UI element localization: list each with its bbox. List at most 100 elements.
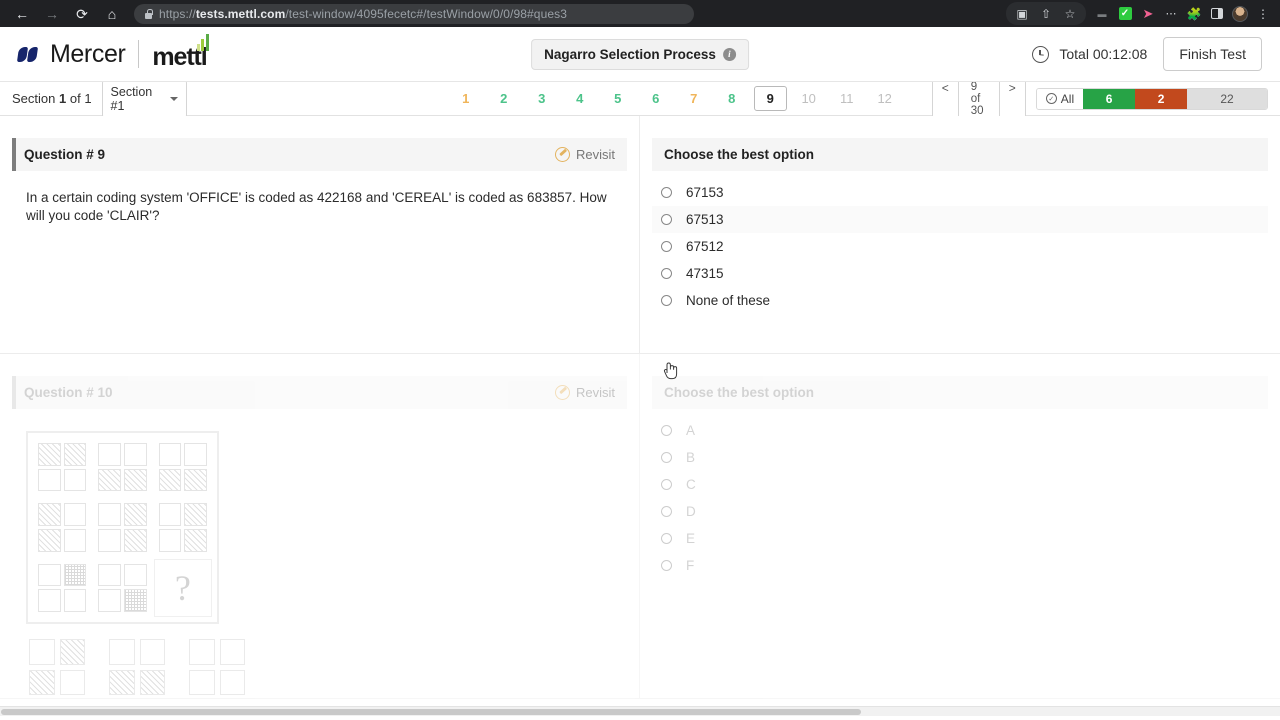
timer-label: Total 00:12:08 <box>1059 46 1148 62</box>
mercer-wordmark: Mercer <box>50 39 126 68</box>
revisit-label: Revisit <box>575 385 615 400</box>
question-number-12[interactable]: 12 <box>866 91 904 106</box>
answer-figure-a[interactable] <box>26 636 88 698</box>
back-arrow-icon[interactable]: ← <box>8 3 36 25</box>
pink-arrow-extension-icon[interactable]: ➤ <box>1137 3 1159 24</box>
question-number-4[interactable]: 4 <box>561 91 599 106</box>
small-badge-icon[interactable]: ▬ <box>1091 3 1113 24</box>
question-9-prompt-pane: Question # 9 Revisit In a certain coding… <box>0 116 640 353</box>
puzzle-extensions-icon[interactable]: 🧩 <box>1183 3 1205 24</box>
question-10-options-header: Choose the best option <box>652 376 1268 409</box>
question-9-options-header: Choose the best option <box>652 138 1268 171</box>
radio-button-2[interactable] <box>661 214 672 225</box>
option-row-e[interactable]: E <box>652 525 1268 552</box>
option-row-4[interactable]: 47315 <box>652 260 1268 287</box>
share-icon[interactable]: ⇧ <box>1035 3 1057 24</box>
option-row-2[interactable]: 67513 <box>652 206 1268 233</box>
option-row-3[interactable]: 67512 <box>652 233 1268 260</box>
mettl-bars-icon <box>196 33 209 51</box>
option-row-b[interactable]: B <box>652 444 1268 471</box>
video-camera-icon[interactable]: ▣ <box>1011 3 1033 24</box>
question-number-list: 1 2 3 4 5 6 7 8 9 10 11 12 <box>447 86 904 111</box>
question-9-options-pane: Choose the best option 67153 67513 67512… <box>640 116 1280 353</box>
question-number-9[interactable]: 9 <box>753 86 787 111</box>
bookmark-star-icon[interactable]: ☆ <box>1059 3 1081 24</box>
url-text: https://tests.mettl.com/test-window/4095… <box>159 6 567 21</box>
question-number-6[interactable]: 6 <box>637 91 675 106</box>
matrix-puzzle-grid: ? <box>26 431 219 624</box>
option-row-c[interactable]: C <box>652 471 1268 498</box>
question-number-2[interactable]: 2 <box>485 91 523 106</box>
option-row-a[interactable]: A <box>652 417 1268 444</box>
radio-button-c[interactable] <box>661 479 672 490</box>
pager-next-button[interactable]: > <box>999 75 1025 122</box>
radio-button-5[interactable] <box>661 295 672 306</box>
test-name-badge[interactable]: Nagarro Selection Process i <box>531 38 749 70</box>
option-label-2: 67513 <box>686 212 724 227</box>
matrix-cell-1-2 <box>93 438 151 496</box>
status-all-label: All <box>1060 91 1075 106</box>
question-number-3[interactable]: 3 <box>523 91 561 106</box>
option-label-a: A <box>686 423 696 438</box>
section-select[interactable]: Section #1 <box>101 79 187 118</box>
question-9-revisit-button[interactable]: Revisit <box>554 147 615 162</box>
pager-prev-button[interactable]: < <box>932 75 958 122</box>
question-number-10[interactable]: 10 <box>790 91 828 106</box>
option-label-e: E <box>686 531 696 546</box>
radio-button-b[interactable] <box>661 452 672 463</box>
answer-figure-b[interactable] <box>106 636 168 698</box>
answer-figure-c[interactable] <box>186 636 248 698</box>
question-number-5[interactable]: 5 <box>599 91 637 106</box>
radio-button-3[interactable] <box>661 241 672 252</box>
green-check-extension-icon[interactable]: ✓ <box>1114 3 1136 24</box>
address-bar[interactable]: https://tests.mettl.com/test-window/4095… <box>134 3 694 24</box>
horizontal-scrollbar[interactable] <box>0 706 1280 716</box>
scrollbar-thumb[interactable] <box>1 709 861 715</box>
info-icon[interactable]: i <box>722 47 736 61</box>
dots-extension-icon[interactable]: ⋯ <box>1160 3 1182 24</box>
question-10-answer-figures <box>26 636 639 698</box>
status-answered-count[interactable]: 6 <box>1083 88 1136 109</box>
question-number-7[interactable]: 7 <box>675 91 713 106</box>
option-row-d[interactable]: D <box>652 498 1268 525</box>
radio-button-a[interactable] <box>661 425 672 436</box>
matrix-cell-2-1 <box>33 498 91 556</box>
radio-button-4[interactable] <box>661 268 672 279</box>
question-number-1[interactable]: 1 <box>447 91 485 106</box>
question-number-8[interactable]: 8 <box>713 91 751 106</box>
section-prefix: Section <box>12 91 56 106</box>
question-number-11[interactable]: 11 <box>828 91 866 106</box>
reload-icon[interactable]: ⟳ <box>68 3 96 25</box>
radio-button-d[interactable] <box>661 506 672 517</box>
section-suffix: of 1 <box>69 91 92 106</box>
option-row-1[interactable]: 67153 <box>652 179 1268 206</box>
option-row-5[interactable]: None of these <box>652 287 1268 314</box>
status-review-count[interactable]: 2 <box>1135 88 1188 109</box>
mettl-logo: mettl <box>152 33 209 72</box>
question-10-revisit-button[interactable]: Revisit <box>554 385 615 400</box>
question-scroll-area[interactable]: Question # 9 Revisit In a certain coding… <box>0 116 1280 716</box>
question-block-10: Question # 10 Revisit ? Choose the best … <box>0 354 1280 699</box>
finish-test-button[interactable]: Finish Test <box>1163 37 1262 71</box>
test-timer: Total 00:12:08 <box>1032 45 1148 63</box>
question-9-options-list: 67153 67513 67512 47315 None of these <box>640 179 1280 326</box>
check-circle-icon: ✓ <box>1045 93 1057 104</box>
question-9-title: Question # 9 <box>24 147 106 162</box>
question-10-prompt-pane: Question # 10 Revisit ? <box>0 354 640 698</box>
logo-divider <box>138 40 140 68</box>
radio-button-e[interactable] <box>661 533 672 544</box>
three-dot-menu-icon[interactable]: ⋮ <box>1252 3 1274 24</box>
status-filter-all[interactable]: ✓ All <box>1036 88 1084 109</box>
option-row-f[interactable]: F <box>652 552 1268 579</box>
profile-avatar-icon[interactable] <box>1229 3 1251 24</box>
section-indicator: Section 1 of 1 <box>12 91 92 106</box>
side-panel-icon[interactable] <box>1206 3 1228 24</box>
question-10-header: Question # 10 Revisit <box>12 376 627 409</box>
radio-button-f[interactable] <box>661 560 672 571</box>
home-icon[interactable]: ⌂ <box>98 3 126 25</box>
section-select-value: Section #1 <box>110 84 153 113</box>
radio-button-1[interactable] <box>661 187 672 198</box>
question-9-text: In a certain coding system 'OFFICE' is c… <box>26 190 607 224</box>
status-unvisited-count[interactable]: 22 <box>1187 88 1267 109</box>
forward-arrow-icon[interactable]: → <box>38 3 66 25</box>
